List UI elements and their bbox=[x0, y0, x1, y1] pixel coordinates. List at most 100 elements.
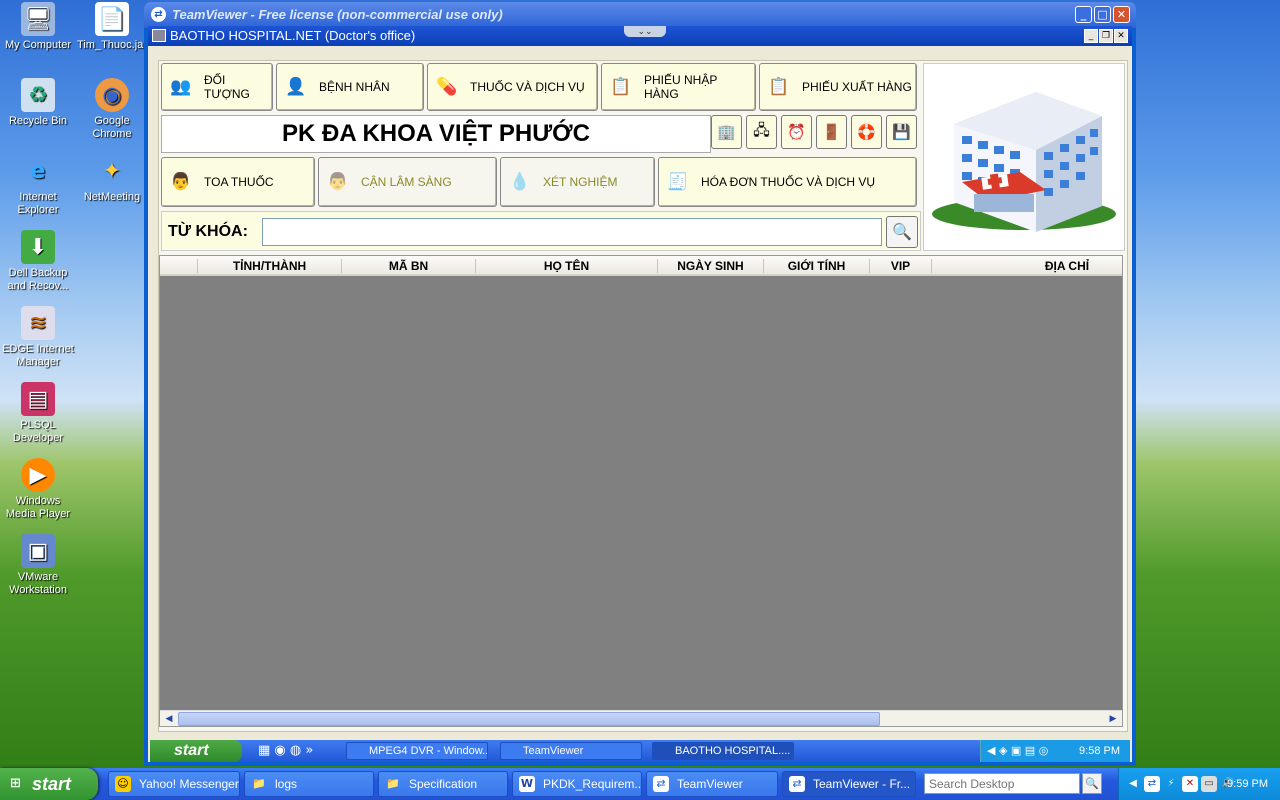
clock-tool-icon[interactable]: ⏰ bbox=[781, 115, 812, 149]
button-label: ĐỐI TƯỢNG bbox=[204, 73, 250, 101]
teamviewer-panel-toggle[interactable]: ⌄⌄ bbox=[624, 26, 666, 37]
column-header[interactable]: HỌ TÊN bbox=[476, 259, 658, 273]
app-window-icon bbox=[152, 29, 166, 42]
remote-task-item[interactable]: BAOTHO HOSPITAL.... bbox=[652, 742, 794, 760]
remote-taskbar: start ▦ ◉ ◍ » MPEG4 DVR - Window... Team… bbox=[150, 740, 1130, 762]
toa-thuoc-button[interactable]: 👨 TOA THUỐC bbox=[161, 157, 315, 207]
hospital-tool-icon[interactable]: 🏢 bbox=[711, 115, 742, 149]
keyword-input[interactable] bbox=[262, 218, 882, 246]
system-tray: ◀ ⇄ ⚡ ✕ ▭ 🔊 9:59 PM bbox=[1118, 768, 1280, 800]
task-item-yahoo[interactable]: ☺ Yahoo! Messenger bbox=[108, 771, 240, 797]
table-header: TỈNH/THÀNH MÃ BN HỌ TÊN NGÀY SINH GIỚI T… bbox=[160, 256, 1122, 276]
media-player-icon[interactable]: ▶ Windows Media Player bbox=[0, 458, 76, 521]
app-restore-button[interactable]: ❐ bbox=[1099, 29, 1113, 43]
close-button[interactable]: ✕ bbox=[1113, 6, 1130, 23]
network-icon[interactable]: ⚡ bbox=[1163, 776, 1179, 792]
patient-table[interactable]: TỈNH/THÀNH MÃ BN HỌ TÊN NGÀY SINH GIỚI T… bbox=[159, 255, 1123, 727]
desktop-icon-label: NetMeeting bbox=[83, 191, 141, 203]
phieu-xuat-hang-button[interactable]: 📋 PHIẾU XUẤT HÀNG bbox=[759, 63, 917, 111]
plsql-developer-icon[interactable]: ▤ PLSQL Developer bbox=[0, 382, 76, 445]
desktop-icon-label: VMware Workstation bbox=[9, 571, 67, 596]
task-item-teamviewer[interactable]: ⇄ TeamViewer bbox=[646, 771, 778, 797]
column-header[interactable]: ĐỊA CHỈ bbox=[932, 259, 1202, 273]
invoice-icon: 🧾 bbox=[667, 172, 689, 192]
teamviewer-title: TeamViewer - Free license (non-commercia… bbox=[172, 7, 503, 22]
app-titlebar[interactable]: BAOTHO HOSPITAL.NET (Doctor's office) ⌄⌄… bbox=[148, 26, 1132, 46]
show-hidden-icons-icon[interactable]: ◀ bbox=[1125, 776, 1141, 792]
column-header[interactable]: NGÀY SINH bbox=[658, 259, 764, 273]
vmware-icon[interactable]: ▣ VMware Workstation bbox=[0, 534, 76, 597]
button-label: XÉT NGHIỆM bbox=[543, 175, 618, 189]
exit-tool-icon[interactable]: 🚪 bbox=[816, 115, 847, 149]
teamviewer-titlebar[interactable]: ⇄ TeamViewer - Free license (non-commerc… bbox=[144, 2, 1136, 28]
search-desktop-input[interactable] bbox=[924, 773, 1080, 794]
column-header[interactable]: VIP bbox=[870, 259, 932, 273]
tray-icons[interactable]: ◀ ◈ ▣ ▤ ◎ bbox=[987, 744, 1048, 757]
teamviewer-window: ⇄ TeamViewer - Free license (non-commerc… bbox=[144, 2, 1136, 766]
teamviewer-icon: ⇄ bbox=[151, 7, 166, 22]
button-label: HÓA ĐƠN THUỐC VÀ DỊCH VỤ bbox=[701, 175, 876, 189]
can-lam-sang-button[interactable]: 👨 CẬN LÂM SÀNG bbox=[318, 157, 497, 207]
quick-launch-icons[interactable]: ▦ ◉ ◍ » bbox=[258, 743, 313, 758]
internet-explorer-icon[interactable]: e Internet Explorer bbox=[0, 154, 76, 217]
start-button[interactable]: ⊞ start bbox=[0, 768, 98, 800]
scroll-left-icon[interactable]: ◀ bbox=[161, 712, 177, 726]
display-icon[interactable]: ▭ bbox=[1201, 776, 1217, 792]
thuoc-dich-vu-button[interactable]: 💊 THUỐC VÀ DỊCH VỤ bbox=[427, 63, 598, 111]
maximize-button[interactable]: □ bbox=[1094, 6, 1111, 23]
app-close-button[interactable]: ✕ bbox=[1114, 29, 1128, 43]
task-item-logs[interactable]: 📁 logs bbox=[244, 771, 374, 797]
jar-file-icon[interactable]: 📄 Tim_Thuoc.jar bbox=[74, 2, 150, 52]
column-header[interactable]: MÃ BN bbox=[342, 259, 476, 273]
remote-start-button[interactable]: start bbox=[150, 740, 242, 762]
clipboard-icon: 📋 bbox=[610, 77, 632, 97]
minimize-button[interactable]: _ bbox=[1075, 6, 1092, 23]
task-item-specification[interactable]: 📁 Specification bbox=[378, 771, 508, 797]
edge-internet-manager-icon[interactable]: ≋ EDGE Internet Manager bbox=[0, 306, 76, 369]
task-item-word[interactable]: W PKDK_Requirem... bbox=[512, 771, 642, 797]
folder-icon: 📁 bbox=[386, 777, 400, 790]
teamviewer-tray-icon[interactable]: ⇄ bbox=[1144, 776, 1160, 792]
app-minimize-button[interactable]: _ bbox=[1084, 29, 1098, 43]
doi-tuong-button[interactable]: 👥 ĐỐI TƯỢNG bbox=[161, 63, 273, 111]
button-label: TOA THUỐC bbox=[204, 175, 274, 189]
column-header[interactable]: TỈNH/THÀNH bbox=[198, 259, 342, 273]
search-icon[interactable]: 🔍 bbox=[886, 216, 918, 248]
keyword-search-bar: TỪ KHÓA: 🔍 bbox=[161, 211, 921, 251]
remote-system-tray: ◀ ◈ ▣ ▤ ◎ 9:58 PM bbox=[980, 740, 1130, 762]
hoa-don-button[interactable]: 🧾 HÓA ĐƠN THUỐC VÀ DỊCH VỤ bbox=[658, 157, 917, 207]
remote-clock: 9:58 PM bbox=[1079, 745, 1120, 757]
yahoo-icon: ☺ bbox=[115, 776, 131, 792]
pills-icon: 💊 bbox=[436, 77, 458, 97]
button-label: CẬN LÂM SÀNG bbox=[361, 175, 452, 189]
desktop-icon-label: Dell Backup and Recov... bbox=[7, 267, 69, 292]
netmeeting-icon[interactable]: ✦ NetMeeting bbox=[74, 154, 150, 204]
task-item-teamviewer-free[interactable]: ⇄ TeamViewer - Fr... bbox=[782, 771, 916, 797]
drops-icon: 💧 bbox=[509, 172, 531, 192]
chrome-icon[interactable]: ◉ Google Chrome bbox=[74, 78, 150, 141]
my-computer-icon[interactable]: 🖥 My Computer bbox=[0, 2, 76, 52]
horizontal-scrollbar[interactable]: ◀ ▶ bbox=[160, 710, 1122, 726]
scrollbar-thumb[interactable] bbox=[178, 712, 880, 726]
button-label: PHIẾU XUẤT HÀNG bbox=[802, 80, 912, 94]
column-header[interactable]: GIỚI TÍNH bbox=[764, 259, 870, 273]
search-icon[interactable]: 🔍 bbox=[1082, 773, 1102, 794]
doctor-icon: 👨 bbox=[327, 172, 349, 192]
button-label: BỆNH NHÂN bbox=[319, 80, 390, 94]
dell-backup-icon[interactable]: ⬇ Dell Backup and Recov... bbox=[0, 230, 76, 293]
network-tool-icon[interactable]: 🖧 bbox=[746, 115, 777, 149]
xet-nghiem-button[interactable]: 💧 XÉT NGHIỆM bbox=[500, 157, 655, 207]
recycle-bin-icon[interactable]: ♻ Recycle Bin bbox=[0, 78, 76, 128]
benh-nhan-button[interactable]: 👤 BỆNH NHÂN bbox=[276, 63, 424, 111]
doctor-icon: 👨 bbox=[170, 172, 192, 192]
desktop-icon-label: EDGE Internet Manager bbox=[2, 343, 74, 368]
help-lifebuoy-icon[interactable]: 🛟 bbox=[851, 115, 882, 149]
remote-task-item[interactable]: TeamViewer bbox=[500, 742, 642, 760]
antivirus-icon[interactable]: ✕ bbox=[1182, 776, 1198, 792]
phieu-nhap-hang-button[interactable]: 📋 PHIẾU NHẬP HÀNG bbox=[601, 63, 756, 111]
folder-icon: 📁 bbox=[252, 777, 266, 790]
clinic-name: PK ĐA KHOA VIỆT PHƯỚC bbox=[161, 115, 711, 153]
remote-task-item[interactable]: MPEG4 DVR - Window... bbox=[346, 742, 488, 760]
save-disk-icon[interactable]: 💾 bbox=[886, 115, 917, 149]
scroll-right-icon[interactable]: ▶ bbox=[1105, 712, 1121, 726]
